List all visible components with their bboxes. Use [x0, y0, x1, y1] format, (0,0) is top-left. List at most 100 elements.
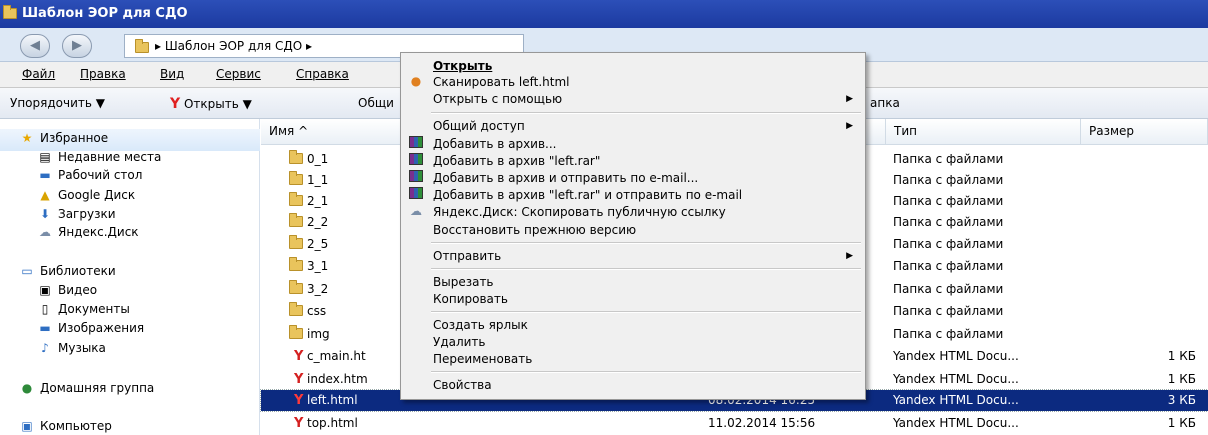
- file-name: 2_5: [307, 237, 329, 251]
- nav-desktop-label: Рабочий стол: [58, 168, 143, 182]
- navigation-pane: ★ Избранное ▤ Недавние места ▬ Рабочий стол…: [0, 119, 260, 435]
- nav-music[interactable]: ♪ Музыка: [36, 341, 106, 355]
- music-icon: ♪: [41, 341, 49, 355]
- menu-rename[interactable]: Переименовать: [433, 352, 532, 366]
- organize-button[interactable]: Упорядочить ▼: [10, 96, 105, 110]
- menu-open-with[interactable]: Открыть с помощью: [433, 92, 562, 106]
- nav-documents[interactable]: ▯ Документы: [36, 302, 130, 316]
- file-name: css: [307, 304, 327, 318]
- file-size: 1 КБ: [1167, 372, 1196, 386]
- menu-file[interactable]: Файл: [22, 67, 55, 81]
- nav-downloads-label: Загрузки: [58, 207, 116, 221]
- file-row[interactable]: Ytop.html 11.02.2014 15:56 Yandex HTML Doc…: [261, 413, 1208, 434]
- menu-separator: [431, 242, 861, 244]
- file-type: Папка с файлами: [893, 173, 1004, 187]
- google-drive-icon: ▲: [40, 188, 50, 202]
- title-bar: Шаблон ЭОР для СДО: [0, 0, 1208, 28]
- nav-downloads[interactable]: ⬇ Загрузки: [36, 207, 116, 221]
- file-name: left.html: [307, 393, 358, 407]
- file-type: Папка с файлами: [893, 259, 1004, 273]
- folder-icon: [289, 257, 303, 271]
- menu-add-archive-email[interactable]: Добавить в архив и отправить по e-mail..…: [433, 171, 698, 185]
- nav-libraries[interactable]: ▭ Библиотеки: [18, 264, 116, 278]
- downloads-icon: ⬇: [39, 207, 51, 221]
- folder-icon: [289, 280, 303, 294]
- file-type: Папка с файлами: [893, 215, 1004, 229]
- menu-copy[interactable]: Копировать: [433, 292, 508, 306]
- nav-pictures[interactable]: ▬ Изображения: [36, 321, 144, 335]
- yandex-html-icon: Y: [294, 349, 304, 364]
- file-type: Папка с файлами: [893, 304, 1004, 318]
- menu-send-to[interactable]: Отправить: [433, 249, 501, 263]
- file-name: 3_1: [307, 259, 329, 273]
- nav-computer-label: Компьютер: [40, 419, 112, 433]
- menu-add-rar[interactable]: Добавить в архив "left.rar": [433, 154, 600, 168]
- menu-yandex-disk-link[interactable]: Яндекс.Диск: Скопировать публичную ссылк…: [433, 205, 726, 219]
- menu-share[interactable]: Общий доступ: [433, 119, 525, 133]
- yandex-html-icon: Y: [294, 372, 304, 387]
- nav-yandex-disk-label: Яндекс.Диск: [58, 225, 139, 239]
- menu-separator: [431, 371, 861, 373]
- yandex-disk-icon: ☁: [410, 204, 422, 218]
- menu-cut[interactable]: Вырезать: [433, 275, 494, 289]
- folder-icon: [3, 5, 17, 19]
- file-name: 3_2: [307, 282, 329, 296]
- file-name: img: [307, 327, 330, 341]
- folder-icon: [289, 325, 303, 339]
- menu-separator: [431, 311, 861, 313]
- file-size: 1 КБ: [1167, 349, 1196, 363]
- menu-add-archive[interactable]: Добавить в архив...: [433, 137, 557, 151]
- nav-favorites[interactable]: ★ Избранное: [18, 131, 109, 145]
- star-icon: ★: [21, 131, 33, 145]
- folder-icon: [289, 171, 303, 185]
- menu-edit[interactable]: Правка: [80, 67, 126, 81]
- nav-homegroup[interactable]: ● Домашняя группа: [18, 381, 155, 395]
- file-type: Папка с файлами: [893, 152, 1004, 166]
- menu-help[interactable]: Справка: [296, 67, 349, 81]
- file-date: 11.02.2014 15:56: [708, 416, 816, 430]
- address-path: ▸ Шаблон ЭОР для СДО ▸: [155, 39, 313, 53]
- new-folder-button[interactable]: апка: [870, 96, 900, 110]
- share-button[interactable]: Общи: [358, 96, 394, 110]
- file-name: 1_1: [307, 173, 329, 187]
- open-button-label: Открыть ▼: [183, 97, 252, 111]
- file-name: top.html: [307, 416, 358, 430]
- file-type: Yandex HTML Docu...: [893, 393, 1019, 407]
- file-type: Папка с файлами: [893, 282, 1004, 296]
- menu-scan[interactable]: Сканировать left.html: [433, 75, 569, 89]
- menu-create-shortcut[interactable]: Создать ярлык: [433, 318, 528, 332]
- forward-button[interactable]: ▶: [62, 34, 92, 58]
- nav-homegroup-label: Домашняя группа: [40, 381, 155, 395]
- nav-google-drive[interactable]: ▲ Google Диск: [36, 188, 135, 202]
- nav-yandex-disk[interactable]: ☁ Яндекс.Диск: [36, 225, 139, 239]
- yandex-disk-icon: ☁: [39, 225, 51, 239]
- menu-view[interactable]: Вид: [160, 67, 184, 81]
- submenu-arrow-icon: ▶: [846, 94, 853, 104]
- open-button[interactable]: Y Открыть ▼: [170, 96, 252, 112]
- back-button[interactable]: ◀: [20, 34, 50, 58]
- computer-icon: ▣: [21, 419, 33, 433]
- file-type: Yandex HTML Docu...: [893, 416, 1019, 430]
- winrar-icon: [405, 170, 427, 185]
- menu-restore-version[interactable]: Восстановить прежнюю версию: [433, 223, 636, 237]
- libraries-icon: ▭: [21, 264, 33, 278]
- nav-libraries-label: Библиотеки: [40, 264, 116, 278]
- nav-desktop[interactable]: ▬ Рабочий стол: [36, 168, 142, 182]
- menu-open[interactable]: Открыть: [433, 59, 492, 73]
- menu-delete[interactable]: Удалить: [433, 335, 486, 349]
- file-size: 3 КБ: [1167, 393, 1196, 407]
- file-type: Yandex HTML Docu...: [893, 372, 1019, 386]
- menu-add-rar-email[interactable]: Добавить в архив "left.rar" и отправить …: [433, 188, 742, 202]
- menu-properties[interactable]: Свойства: [433, 378, 492, 392]
- column-header-size[interactable]: Размер: [1081, 119, 1208, 145]
- file-name: 2_2: [307, 215, 329, 229]
- nav-recent-places[interactable]: ▤ Недавние места: [36, 150, 161, 164]
- documents-icon: ▯: [41, 302, 49, 316]
- nav-computer[interactable]: ▣ Компьютер: [18, 419, 112, 433]
- nav-video[interactable]: ▣ Видео: [36, 283, 97, 297]
- column-header-type[interactable]: Тип: [886, 119, 1081, 145]
- recent-places-icon: ▤: [39, 150, 51, 164]
- menu-tools[interactable]: Сервис: [216, 67, 261, 81]
- winrar-icon: [405, 136, 427, 151]
- folder-icon: [289, 213, 303, 227]
